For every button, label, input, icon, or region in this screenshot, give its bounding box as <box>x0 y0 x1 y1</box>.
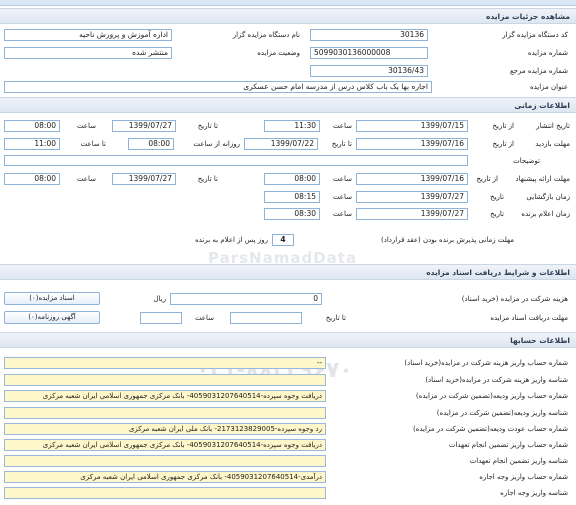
winner-hour-field[interactable]: 08:30 <box>264 208 320 220</box>
winner-acceptance-label: مهلت زمانی پذیرش برنده بودن (عقد قرارداد… <box>380 236 514 244</box>
publish-from-date-label: از تاریخ <box>492 122 514 130</box>
account-row-value[interactable] <box>4 407 326 419</box>
offer-to-date-field[interactable]: 1399/07/27 <box>112 173 176 185</box>
org-code-field[interactable]: 30136 <box>310 29 428 41</box>
winner-date-label: تاریخ <box>490 210 504 218</box>
participation-fee-field[interactable]: 0 <box>170 293 322 305</box>
visit-from-date-label: از تاریخ <box>492 140 514 148</box>
winner-date-field[interactable]: 1399/07/27 <box>356 208 468 220</box>
account-row-value[interactable]: دریافت وجوه سپرده-4059031207640514- بانک… <box>4 390 326 402</box>
offer-to-time-label: ساعت <box>76 175 96 183</box>
description-label: توضیحات <box>513 157 540 165</box>
offer-to-date-label: تا تاریخ <box>197 175 218 183</box>
account-row-label: شماره حساب عودت ودیعه(تضمین شرکت در مزای… <box>412 425 568 433</box>
document-receive-date-field[interactable] <box>230 312 302 324</box>
top-bar <box>0 0 576 6</box>
winner-acceptance-days-field[interactable]: 4 <box>272 234 294 246</box>
account-row-label: شماره حساب واریز ودیعه(تضمین شرکت در مزا… <box>415 392 568 400</box>
account-row-value[interactable] <box>4 374 326 386</box>
opening-time-label: زمان بازگشایی <box>526 193 570 201</box>
account-row-label: شماره حساب واریز وجه اجاره <box>479 473 568 481</box>
offer-deadline-label: مهلت ارائه پیشنهاد <box>515 175 570 183</box>
account-row-value[interactable]: رد وجوه سپرده-2173123829005- بانک ملی ای… <box>4 423 326 435</box>
account-row-value[interactable] <box>4 487 326 499</box>
visit-deadline-label: مهلت بازدید <box>535 140 570 148</box>
newspaper-ads-button[interactable]: آگهی روزنامه(۰) <box>4 311 100 324</box>
visit-to-time-label: تا ساعت <box>80 140 106 148</box>
publish-to-time-label: ساعت <box>76 122 96 130</box>
auction-title-label: عنوان مزایده <box>529 83 568 91</box>
publish-from-time-field[interactable]: 11:30 <box>264 120 320 132</box>
publish-date-label: تاریخ انتشار <box>536 122 570 130</box>
document-receive-deadline-label: مهلت دریافت اسناد مزایده <box>490 314 568 322</box>
publish-from-time-label: ساعت <box>332 122 352 130</box>
participation-fee-unit: ریال <box>153 295 166 303</box>
org-name-field[interactable]: اداره آموزش و پرورش ناحیه <box>4 29 172 41</box>
publish-to-date-field[interactable]: 1399/07/27 <box>112 120 176 132</box>
opening-date-label: تاریخ <box>490 193 504 201</box>
visit-to-time-field[interactable]: 11:00 <box>4 138 60 150</box>
participation-fee-label: هزینه شرکت در مزایده (خرید اسناد) <box>461 295 568 303</box>
auction-number-field[interactable]: 5099030136000008 <box>310 47 428 59</box>
opening-hour-field[interactable]: 08:15 <box>264 191 320 203</box>
winner-acceptance-suffix: روز پس از اعلام به برنده <box>195 236 268 244</box>
opening-hour-label: ساعت <box>332 193 352 201</box>
auction-status-field[interactable]: منتشر شده <box>4 47 172 59</box>
publish-to-time-field[interactable]: 08:00 <box>4 120 60 132</box>
opening-date-field[interactable]: 1399/07/27 <box>356 191 468 203</box>
account-row-value[interactable] <box>4 455 326 467</box>
account-row-label: شناسه واریز ودیعه(تضمین شرکت در مزایده) <box>436 409 568 417</box>
auction-title-field[interactable]: اجاره بها یک باب کلاس درس از مدرسه امام … <box>4 81 432 93</box>
visit-daily-from-field[interactable]: 08:00 <box>128 138 174 150</box>
visit-to-date-field[interactable]: 1399/07/22 <box>244 138 318 150</box>
account-row-label: شناسه واریز وجه اجاره <box>500 489 568 497</box>
auction-documents-button[interactable]: اسناد مزایده(۰) <box>4 292 100 305</box>
visit-daily-from-label: روزانه از ساعت <box>193 140 240 148</box>
account-row-value[interactable]: درآمدی-4059031207640514- بانک مرکزی جمهو… <box>4 471 326 483</box>
offer-from-date-label: از تاریخ <box>476 175 498 183</box>
winner-hour-label: ساعت <box>332 210 352 218</box>
auction-status-label: وضعیت مزایده <box>257 49 300 57</box>
offer-to-time-field[interactable]: 08:00 <box>4 173 60 185</box>
section-header-details: مشاهده جزئیات مزایده <box>0 8 576 24</box>
winner-announce-label: زمان اعلام برنده <box>521 210 570 218</box>
reference-number-label: شماره مزایده مرجع <box>509 67 568 75</box>
section-header-conditions: اطلاعات و شرایط دریافت اسناد مزایده <box>0 264 576 280</box>
org-code-label: کد دستگاه مزایده گزار <box>502 31 568 39</box>
account-row-label: شناسه واریز هزینه شرکت در مزایده(خرید اس… <box>425 376 568 384</box>
org-name-label: نام دستگاه مزایده گزار <box>232 31 300 39</box>
offer-from-date-field[interactable]: 1399/07/16 <box>356 173 468 185</box>
offer-from-time-label: ساعت <box>332 175 352 183</box>
publish-from-date-field[interactable]: 1399/07/15 <box>356 120 468 132</box>
section-header-timing: اطلاعات زمانی <box>0 97 576 113</box>
document-receive-to-date-label: تا تاریخ <box>325 314 346 322</box>
section-header-accounts: اطلاعات حسابها <box>0 332 576 348</box>
reference-number-field[interactable]: 30136/43 <box>310 65 428 77</box>
offer-from-time-field[interactable]: 08:00 <box>264 173 320 185</box>
account-row-value[interactable]: دریافت وجوه سپرده-4059031207640514- بانک… <box>4 439 326 451</box>
document-receive-time-field[interactable] <box>140 312 182 324</box>
visit-from-date-field[interactable]: 1399/07/16 <box>356 138 468 150</box>
publish-to-date-label: تا تاریخ <box>197 122 218 130</box>
description-field[interactable] <box>4 155 468 166</box>
auction-number-label: شماره مزایده <box>527 49 568 57</box>
account-row-label: شماره حساب واریز هزینه شرکت در مزایده(خر… <box>404 359 568 367</box>
account-row-label: شماره حساب واریز تضمین انجام تعهدات <box>448 441 568 449</box>
document-receive-time-label: ساعت <box>194 314 214 322</box>
account-row-value[interactable]: -- <box>4 357 326 369</box>
visit-to-date-label: تا تاریخ <box>331 140 352 148</box>
account-row-label: شناسه واریز تضمین انجام تعهدات <box>469 457 568 465</box>
